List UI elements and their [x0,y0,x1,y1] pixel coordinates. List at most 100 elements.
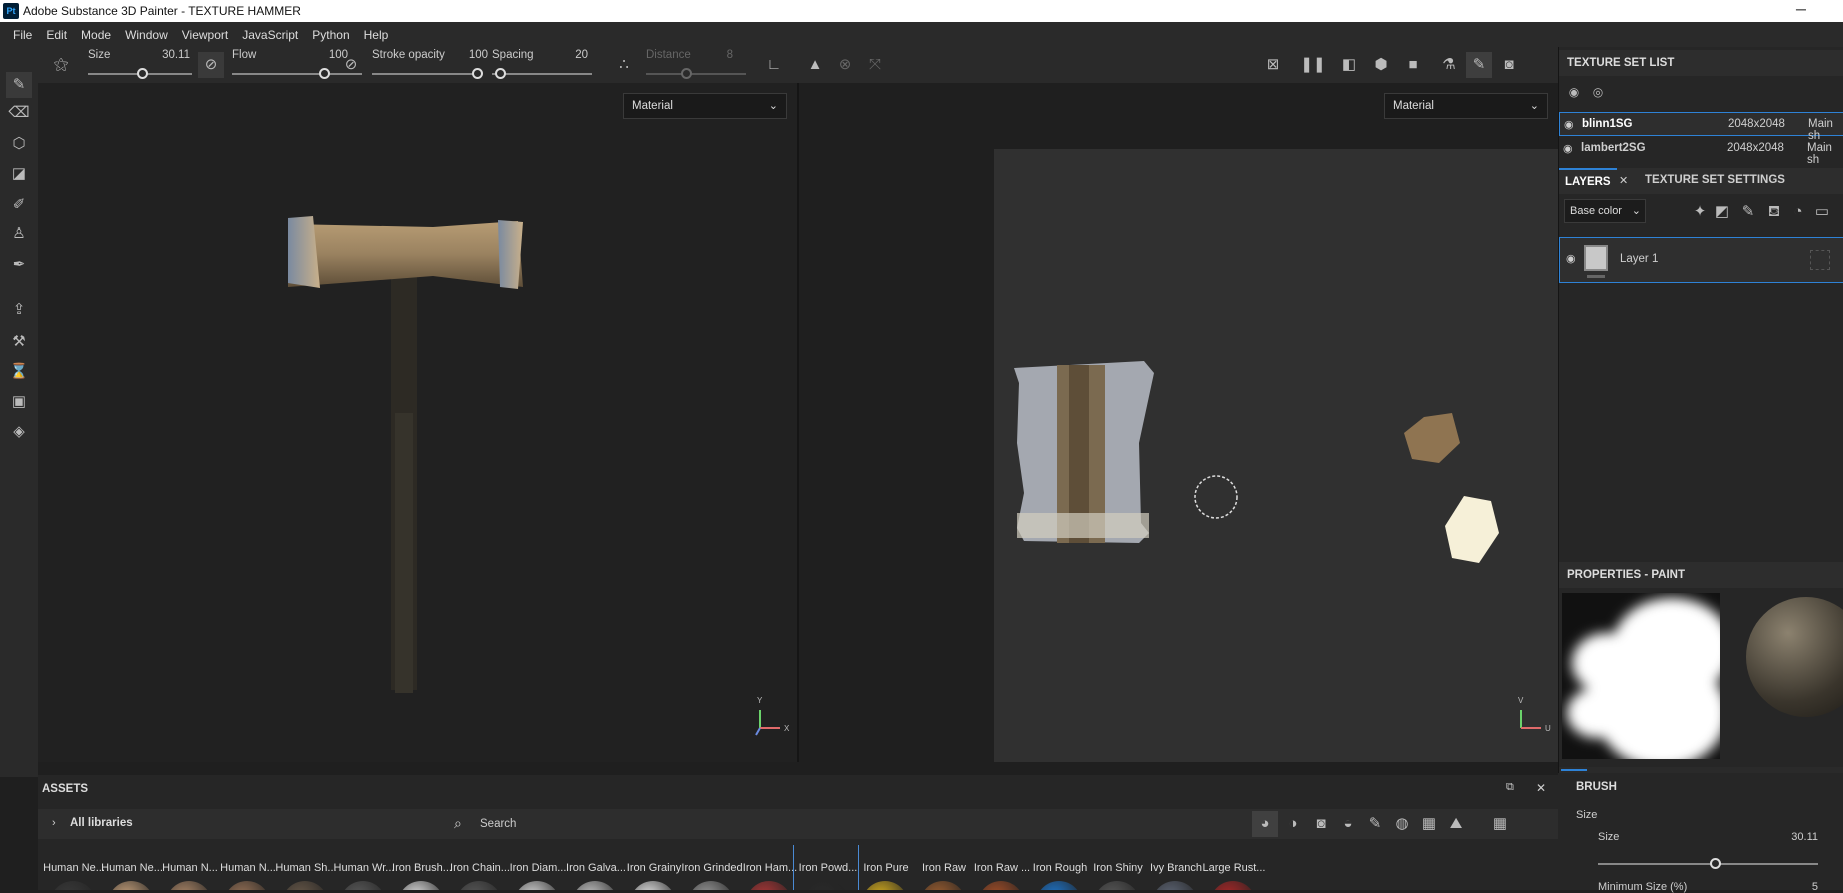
pressure-flow-icon[interactable]: ⊘ [338,52,364,78]
spacing-value[interactable]: 20 [558,49,588,61]
projection-icon[interactable]: ⬡ [6,131,32,157]
size-value[interactable]: 30.11 [160,49,190,61]
asset-tile[interactable]: Human Ne... [40,845,105,890]
asset-tile[interactable]: Iron Pure [852,845,916,890]
menu-python[interactable]: Python [305,28,356,42]
close-icon[interactable]: ✕ [1619,174,1628,187]
masks-filter-icon[interactable]: ◙ [1308,811,1334,837]
asset-tile[interactable]: Ivy Branch [1142,845,1206,890]
brush-preset-icon[interactable]: ⚝ [48,52,74,78]
polygon-fill-icon[interactable]: ◪ [6,161,32,187]
asset-tile[interactable]: Iron Ham... [736,845,800,890]
spacing-slider[interactable] [492,73,592,75]
add-smart-material-icon[interactable]: ◔ [1785,199,1811,225]
asset-tile[interactable]: Human N... [156,845,220,890]
texture-set-row[interactable]: ◉ lambert2SG 2048x2048 Main sh [1559,137,1843,166]
viewport-3d[interactable]: Material ⌄ Y X [38,83,797,762]
viewport-2d[interactable]: Material ⌄ V U [799,83,1558,762]
add-paint-layer-icon[interactable]: ✎ [1735,199,1761,225]
clone-icon[interactable]: ♙ [6,221,32,247]
flow-slider-handle[interactable] [319,68,330,79]
asset-tile[interactable]: Iron Chain... [446,845,510,890]
hide-overlays-icon[interactable]: ⊠ [1260,52,1286,78]
shelf-icon[interactable]: ▣ [6,389,32,415]
asset-tile[interactable]: Iron Raw [910,845,974,890]
menu-window[interactable]: Window [118,28,175,42]
chevron-right-icon[interactable]: › [52,817,56,829]
asset-tile[interactable]: Iron Rough [1026,845,1090,890]
asset-tile[interactable]: Human Ne... [98,845,163,890]
pause-icon[interactable]: ❚❚ [1300,52,1326,78]
split-view-icon[interactable]: ◧ [1336,52,1362,78]
brush-size-slider-handle[interactable] [1710,858,1721,869]
search-input[interactable]: Search [480,818,516,830]
channel-dropdown[interactable]: Base color ⌄ [1564,199,1646,223]
maximize-icon[interactable]: ⧉ [1506,781,1514,794]
add-folder-icon[interactable]: ▭ [1809,199,1835,225]
asset-tile[interactable]: Iron Diam... [504,845,568,890]
tab-texture-set-settings[interactable]: TEXTURE SET SETTINGS [1645,174,1785,186]
close-icon[interactable]: ✕ [1536,781,1546,795]
menu-mode[interactable]: Mode [74,28,118,42]
size-slider-handle[interactable] [137,68,148,79]
smudge-icon[interactable]: ✐ [6,192,32,218]
menu-edit[interactable]: Edit [39,28,74,42]
asset-tile[interactable]: Iron Grinded [678,845,743,890]
alphas-filter-icon[interactable]: ◍ [1389,811,1415,837]
eye-icon[interactable]: ◉ [1566,252,1576,265]
minimize-button[interactable]: ─ [1796,1,1806,17]
menu-help[interactable]: Help [357,28,396,42]
libraries-label[interactable]: All libraries [70,817,133,829]
textures-filter-icon[interactable]: ◒ [1335,811,1361,837]
eraser-icon[interactable]: ⌫ [6,100,32,126]
asset-tile[interactable]: Iron Brush... [388,845,452,890]
stroke-opacity-slider[interactable] [372,73,482,75]
environments-filter-icon[interactable]: ⛰ [1443,811,1469,837]
camera-icon[interactable]: ■ [1400,52,1426,78]
tab-layers[interactable]: LAYERS [1559,168,1617,194]
curve-icon[interactable]: ∟ [761,52,787,78]
spacing-slider-handle[interactable] [495,68,506,79]
paint-mode-icon[interactable]: ✎ [1466,52,1492,78]
export-icon[interactable]: ⇪ [6,297,32,323]
asset-tile[interactable]: Iron Powd... [793,845,859,890]
menu-viewport[interactable]: Viewport [175,28,235,42]
eye-icon[interactable]: ◎ [1585,79,1611,105]
asset-tile[interactable]: Human Wr... [330,845,394,890]
menu-file[interactable]: File [6,28,39,42]
brushes-filter-icon[interactable]: ✎ [1362,811,1388,837]
history-icon[interactable]: ⌛ [6,359,32,385]
menu-javascript[interactable]: JavaScript [235,28,305,42]
asset-tile[interactable]: Iron Shiny [1084,845,1148,890]
min-size-value[interactable]: 5 [1788,881,1818,893]
symmetry-icon[interactable]: ▲ [802,52,828,78]
lazy-mouse-icon[interactable]: ∴ [611,52,637,78]
brush-size-slider[interactable] [1598,863,1818,865]
layer-row[interactable]: ◉ Layer 1 [1559,237,1843,283]
add-mask-icon[interactable]: ◩ [1709,199,1735,225]
display-settings-icon[interactable]: ◈ [6,419,32,445]
eye-icon[interactable]: ◉ [1563,142,1573,155]
brush-size-value[interactable]: 30.11 [1788,831,1818,843]
cube-view-icon[interactable]: ⬢ [1368,52,1394,78]
paint-brush-icon[interactable]: ✎ [6,72,32,98]
asset-tile[interactable]: Human Sh... [272,845,337,890]
stroke-opacity-value[interactable]: 100 [458,49,488,61]
asset-tile[interactable]: Iron Galva... [562,845,626,890]
smart-materials-filter-icon[interactable]: ◑ [1280,811,1306,837]
visibility-toggle-icon[interactable]: ◉ [1561,79,1587,105]
stroke-opacity-slider-handle[interactable] [472,68,483,79]
screenshot-icon[interactable]: ◙ [1496,52,1522,78]
asset-tile[interactable]: Large Rust... [1200,845,1265,890]
asset-tile[interactable]: Iron Raw ... [968,845,1032,890]
asset-tile[interactable]: Human N... [214,845,278,890]
add-fill-layer-icon[interactable]: ⛾ [1761,199,1787,225]
asset-tile[interactable]: Iron Grainy [620,845,684,890]
eye-icon[interactable]: ◉ [1564,118,1574,131]
layer-mask-slot[interactable] [1810,250,1830,270]
color-picker-icon[interactable]: ✒ [6,252,32,278]
pressure-size-icon[interactable]: ⊘ [198,52,224,78]
grid-view-icon[interactable]: ▦ [1487,811,1513,837]
bake-icon[interactable]: ⚒ [6,329,32,355]
grids-filter-icon[interactable]: ▦ [1416,811,1442,837]
